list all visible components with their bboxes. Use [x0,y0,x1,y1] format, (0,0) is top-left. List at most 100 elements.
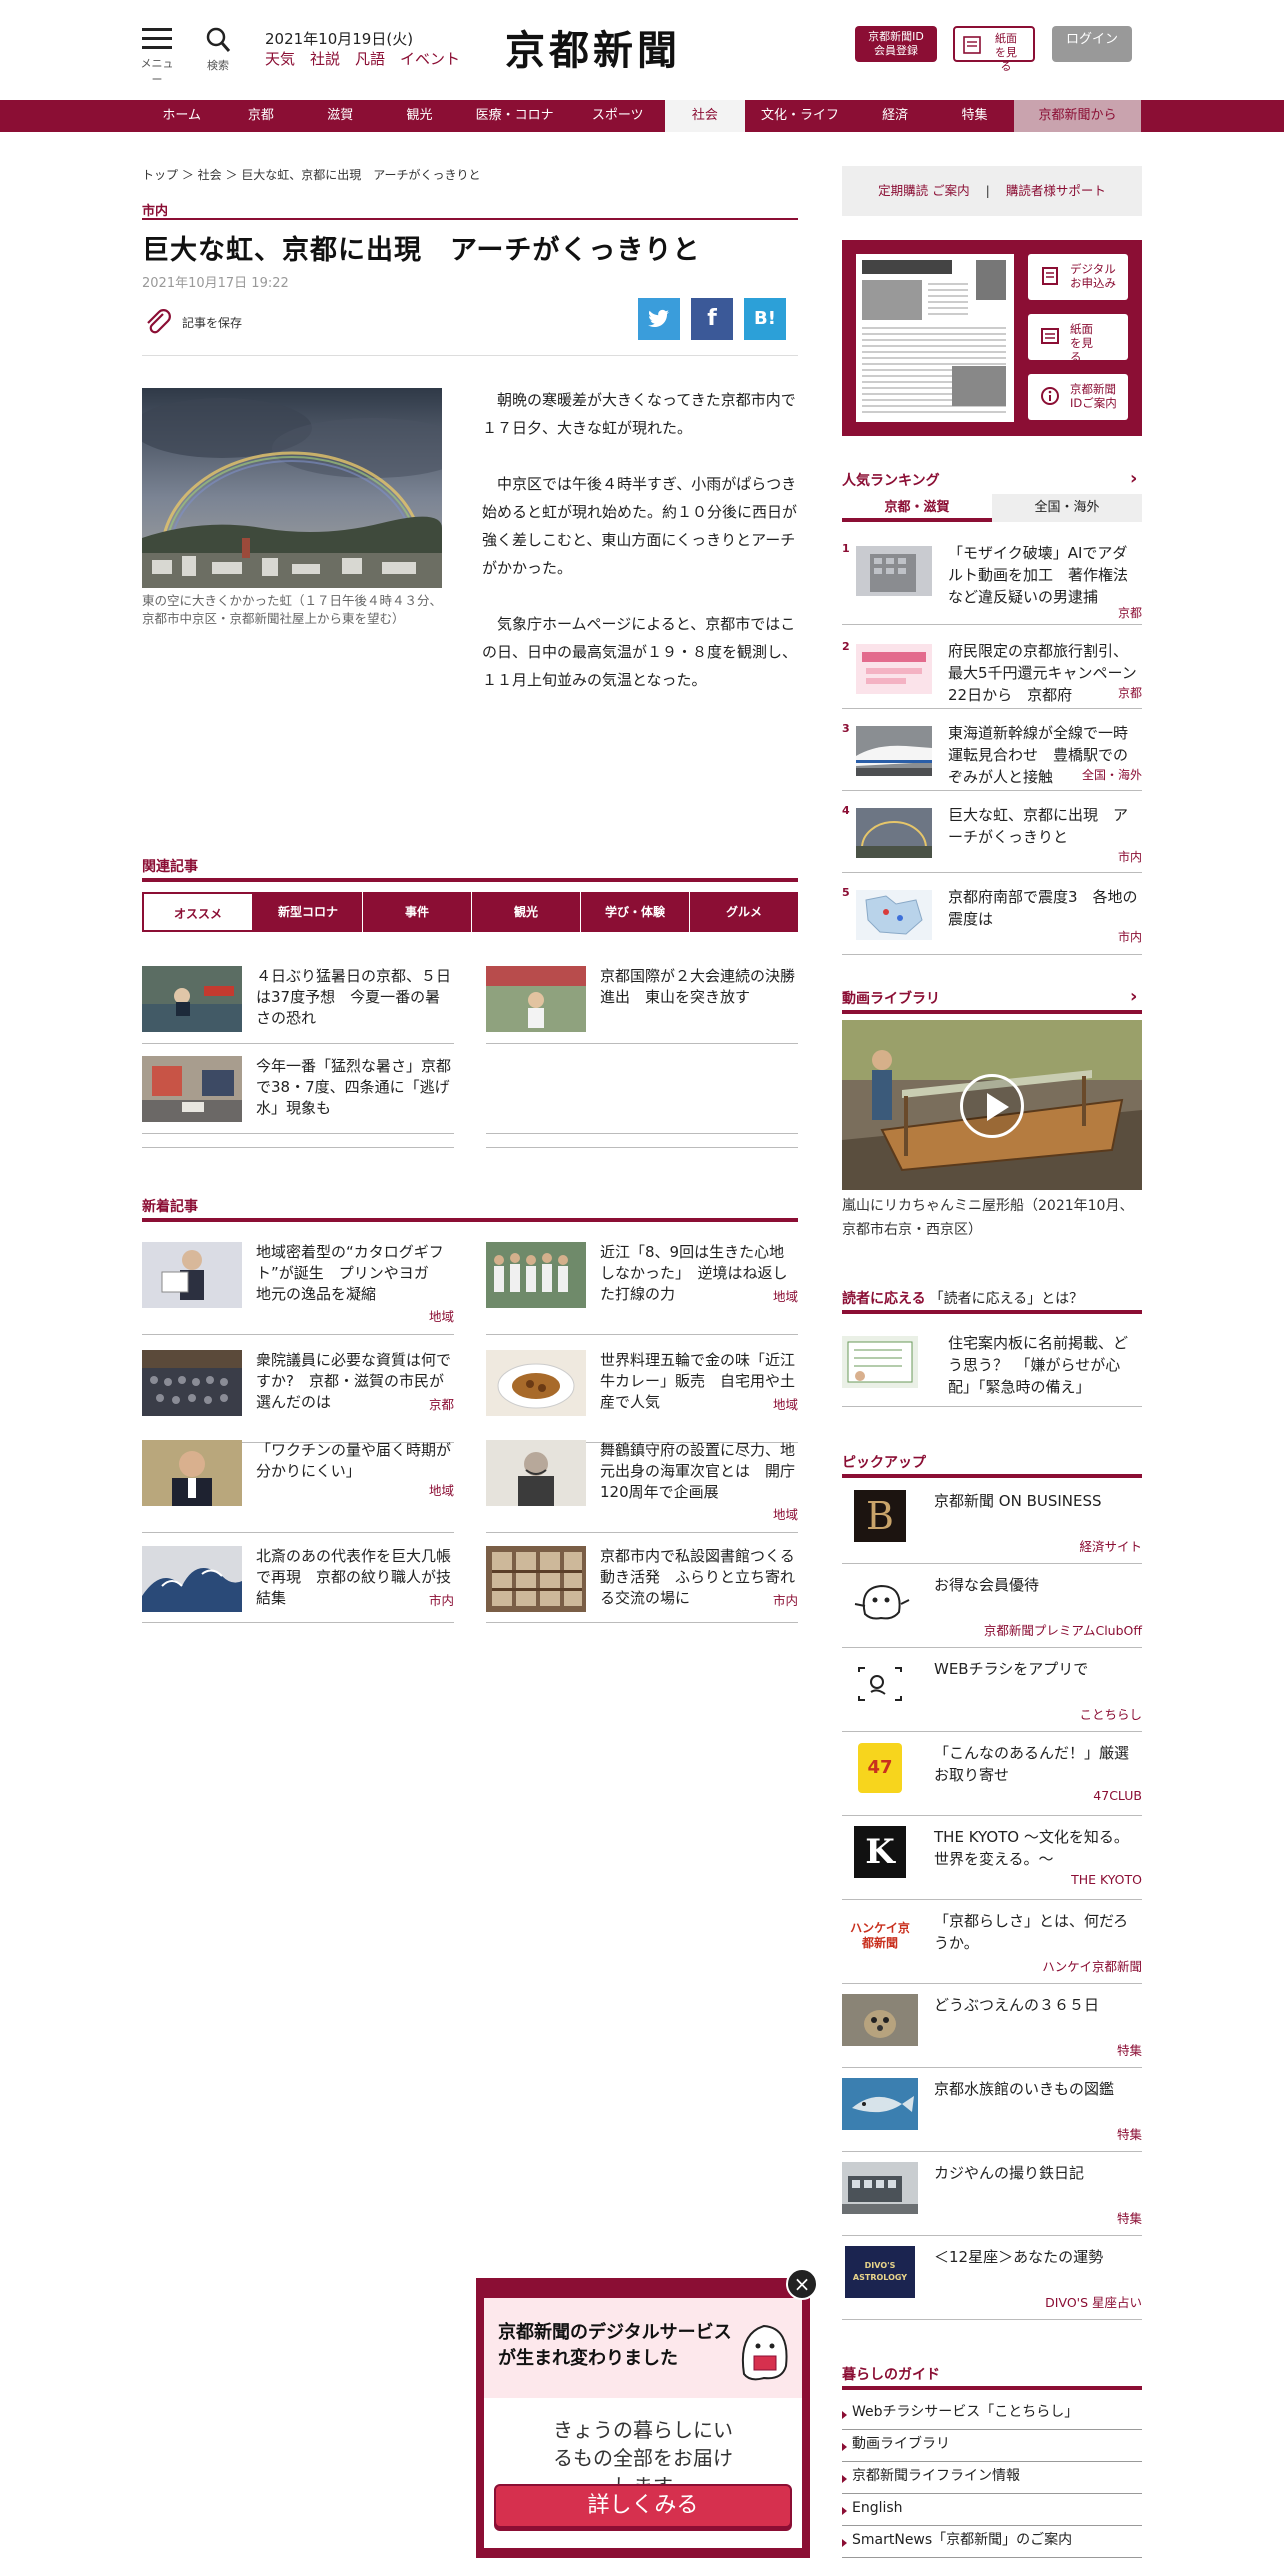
latest-item[interactable]: 京都市内で私設図書館つくる動き活発 ふらりと立ち寄れる交流の場に 市内 [486,1546,798,1630]
hatena-bookmark-button[interactable]: B! [744,298,786,340]
id-info-button[interactable]: 京都新聞IDご案内 [1028,374,1128,420]
ranking-tag[interactable]: 全国・海外 [1082,766,1142,783]
header-link-event[interactable]: イベント [400,50,460,68]
thumb-image [842,1336,918,1388]
search-button[interactable]: 検索 [203,26,233,73]
thumb-image [856,644,932,694]
nav-economy[interactable]: 経済 [856,100,935,132]
latest-tag[interactable]: 市内 [429,1590,454,1609]
ranking-item[interactable]: 1 「モザイク破壊」AIでアダルト動画を加工 著作権法など違反疑いの男逮捕 京都 [842,542,1142,625]
ranking-tag[interactable]: 市内 [1118,928,1142,945]
breadcrumb[interactable]: トップ ＞ 社会 ＞ 巨大な虹、京都に出現 アーチがくっきりと [142,166,481,183]
ranking-tab-kyoto-shiga[interactable]: 京都・滋賀 [842,494,992,522]
latest-tag[interactable]: 地域 [773,1286,798,1305]
play-icon[interactable] [960,1074,1024,1138]
pickup-item[interactable]: DIVO'S ASTROLOGY ＜12星座＞あなたの運勢 DIVO'S 星座占… [842,2236,1142,2320]
ranking-arrow-icon[interactable]: › [1130,468,1137,489]
nav-tourism[interactable]: 観光 [380,100,459,132]
header-link-editorial[interactable]: 社説 [310,50,340,68]
latest-tag[interactable]: 市内 [773,1590,798,1609]
nav-from-kyoto[interactable]: 京都新聞から [1014,100,1141,132]
save-article-button[interactable]: 記事を保存 [142,306,242,338]
related-item[interactable]: ４日ぶり猛暑日の京都、５日は37度予想 今夏一番の暑さの恐れ [142,966,454,1044]
latest-tag[interactable]: 京都 [429,1394,454,1413]
latest-item[interactable]: 世界料理五輪で金の味「近江牛カレー」販売 自宅用や土産で人気 地域 [486,1350,798,1443]
pickup-item[interactable]: どうぶつえんの３６５日 特集 [842,1984,1142,2068]
pickup-item[interactable]: 京都水族館のいきもの図鑑 特集 [842,2068,1142,2152]
nav-sports[interactable]: スポーツ [570,100,665,132]
pickup-item[interactable]: カジやんの撮り鉄日記 特集 [842,2152,1142,2236]
header-link-weather[interactable]: 天気 [265,50,295,68]
ranking-item[interactable]: 4 巨大な虹、京都に出現 アーチがくっきりと 市内 [842,804,1142,873]
latest-tag[interactable]: 地域 [773,1394,798,1413]
menu-button[interactable]: メニュー [140,28,174,87]
digital-apply-button[interactable]: デジタルお申込み [1028,254,1128,300]
latest-item[interactable]: 地域密着型の“カタログギフト”が誕生 プリンやヨガ 地元の逸品を凝縮 地域 [142,1242,454,1335]
twitter-share-button[interactable] [638,298,680,340]
guide-item-kotochirashi[interactable]: Webチラシサービス「ことちらし」 [842,2398,1142,2430]
nav-society[interactable]: 社会 [665,100,745,132]
nav-medical[interactable]: 医療・コロナ [459,100,570,132]
nav-kyoto[interactable]: 京都 [221,100,300,132]
ranking-tag[interactable]: 京都 [1118,684,1142,701]
latest-item[interactable]: 近江「8、9回は生きた心地しなかった」 逆境はね返した打線の力 地域 [486,1242,798,1335]
subscriber-support-link[interactable]: 購読者様サポート [1006,183,1106,198]
ranking-item[interactable]: 2 府民限定の京都旅行割引、最大5千円還元キャンペーン 22日から 京都府 京都 [842,640,1152,709]
id-register-button[interactable]: 京都新聞ID会員登録 [855,26,937,62]
related-tab-recommended[interactable]: オススメ [142,892,254,932]
related-tab-learning[interactable]: 学び・体験 [581,892,690,932]
ranking-tag[interactable]: 市内 [1118,848,1142,865]
close-icon[interactable]: × [786,2268,818,2300]
reader-heading[interactable]: 読者に応える 「読者に応える」とは？ [842,1288,1083,1308]
ranking-item[interactable]: 5 京都府南部で震度3 各地の震度は 市内 [842,886,1142,955]
guide-item-smartnews[interactable]: SmartNews「京都新聞」のご案内 [842,2526,1142,2558]
latest-item[interactable]: 舞鶴鎮守府の設置に尽力、地元出身の海軍次官とは 開庁120周年で企画展 地域 [486,1440,798,1533]
nav-shiga[interactable]: 滋賀 [301,100,380,132]
guide-item-english[interactable]: English [842,2494,1142,2526]
related-item[interactable]: 今年一番「猛烈な暑さ」京都で38・7度、四条通に「逃げ水」現象も [142,1056,454,1134]
site-logo[interactable]: 京都新聞 [505,18,681,76]
pickup-item[interactable]: お得な会員優待 京都新聞プレミアムClubOff [842,1564,1142,1648]
video-arrow-icon[interactable]: › [1130,986,1137,1007]
article-section-label[interactable]: 市内 [142,200,168,219]
ranking-tab-national[interactable]: 全国・海外 [992,494,1142,522]
pickup-item[interactable]: K THE KYOTO ～文化を知る。世界を変える。～ THE KYOTO [842,1816,1142,1900]
popup-details-button[interactable]: 詳しくみる [494,2484,792,2528]
related-tab-tourism[interactable]: 観光 [472,892,581,932]
video-player[interactable] [842,1020,1142,1190]
reader-item[interactable]: 住宅案内板に名前掲載、どう思う？ 「嫌がらせが心配」「緊急時の備え」 [842,1332,1142,1407]
subscription-info-link[interactable]: 定期購読 ご案内 [878,183,969,198]
latest-item[interactable]: 北斎のあの代表作を巨大几帳で再現 京都の紋り職人が技結集 市内 [142,1546,454,1630]
view-paper-button[interactable]: 紙面を見る [953,26,1035,73]
login-button[interactable]: ログイン [1052,26,1132,62]
related-tab-gourmet[interactable]: グルメ [690,892,798,932]
latest-item[interactable]: 衆院議員に必要な資質は何ですか? 京都・滋賀の市民が選んだのは 京都 [142,1350,454,1443]
latest-item[interactable]: 「ワクチンの量や届く時期が分かりにくい」 地域 [142,1440,454,1533]
facebook-share-button[interactable]: f [691,298,733,340]
latest-tag[interactable]: 地域 [773,1504,798,1523]
title-divider [142,218,798,220]
latest-tag[interactable]: 地域 [429,1480,454,1499]
pickup-item[interactable]: 47 「こんなのあるんだ！」厳選お取り寄せ 47CLUB [842,1732,1142,1816]
video-caption[interactable]: 嵐山にリカちゃんミニ屋形船（2021年10月、京都市右京・西京区） [842,1194,1142,1242]
newspaper-image[interactable] [856,254,1014,422]
guide-item-video-library[interactable]: 動画ライブラリ [842,2430,1142,2462]
pickup-item[interactable]: ハンケイ京都新聞 「京都らしさ」とは、何だろうか。 ハンケイ京都新聞 [842,1900,1142,1984]
pickup-item[interactable]: B 京都新聞 ON BUSINESS 経済サイト [842,1480,1142,1564]
latest-tag[interactable]: 地域 [429,1306,454,1325]
ranking-heading[interactable]: 人気ランキング [842,470,940,490]
ranking-tag[interactable]: 京都 [1118,604,1142,621]
related-tab-corona[interactable]: 新型コロナ [254,892,363,932]
guide-item-lifeline[interactable]: 京都新聞ライフライン情報 [842,2462,1142,2494]
video-heading[interactable]: 動画ライブラリ [842,988,940,1008]
view-paper-side-button[interactable]: 紙面を見る [1028,314,1128,364]
header-link-bongo[interactable]: 凡語 [355,50,385,68]
nav-home[interactable]: ホーム [142,100,221,132]
latest-rule [142,1218,798,1222]
nav-culture[interactable]: 文化・ライフ [745,100,856,132]
related-item[interactable]: 京都国際が２大会連続の決勝進出 東山を突き放す [486,966,798,1044]
related-tab-incident[interactable]: 事件 [363,892,472,932]
ranking-item[interactable]: 3 東海道新幹線が全線で一時運転見合わせ 豊橋駅でのぞみが人と接触 全国・海外 [842,722,1142,791]
nav-feature[interactable]: 特集 [935,100,1014,132]
pickup-item[interactable]: WEBチラシをアプリで ことちらし [842,1648,1142,1732]
